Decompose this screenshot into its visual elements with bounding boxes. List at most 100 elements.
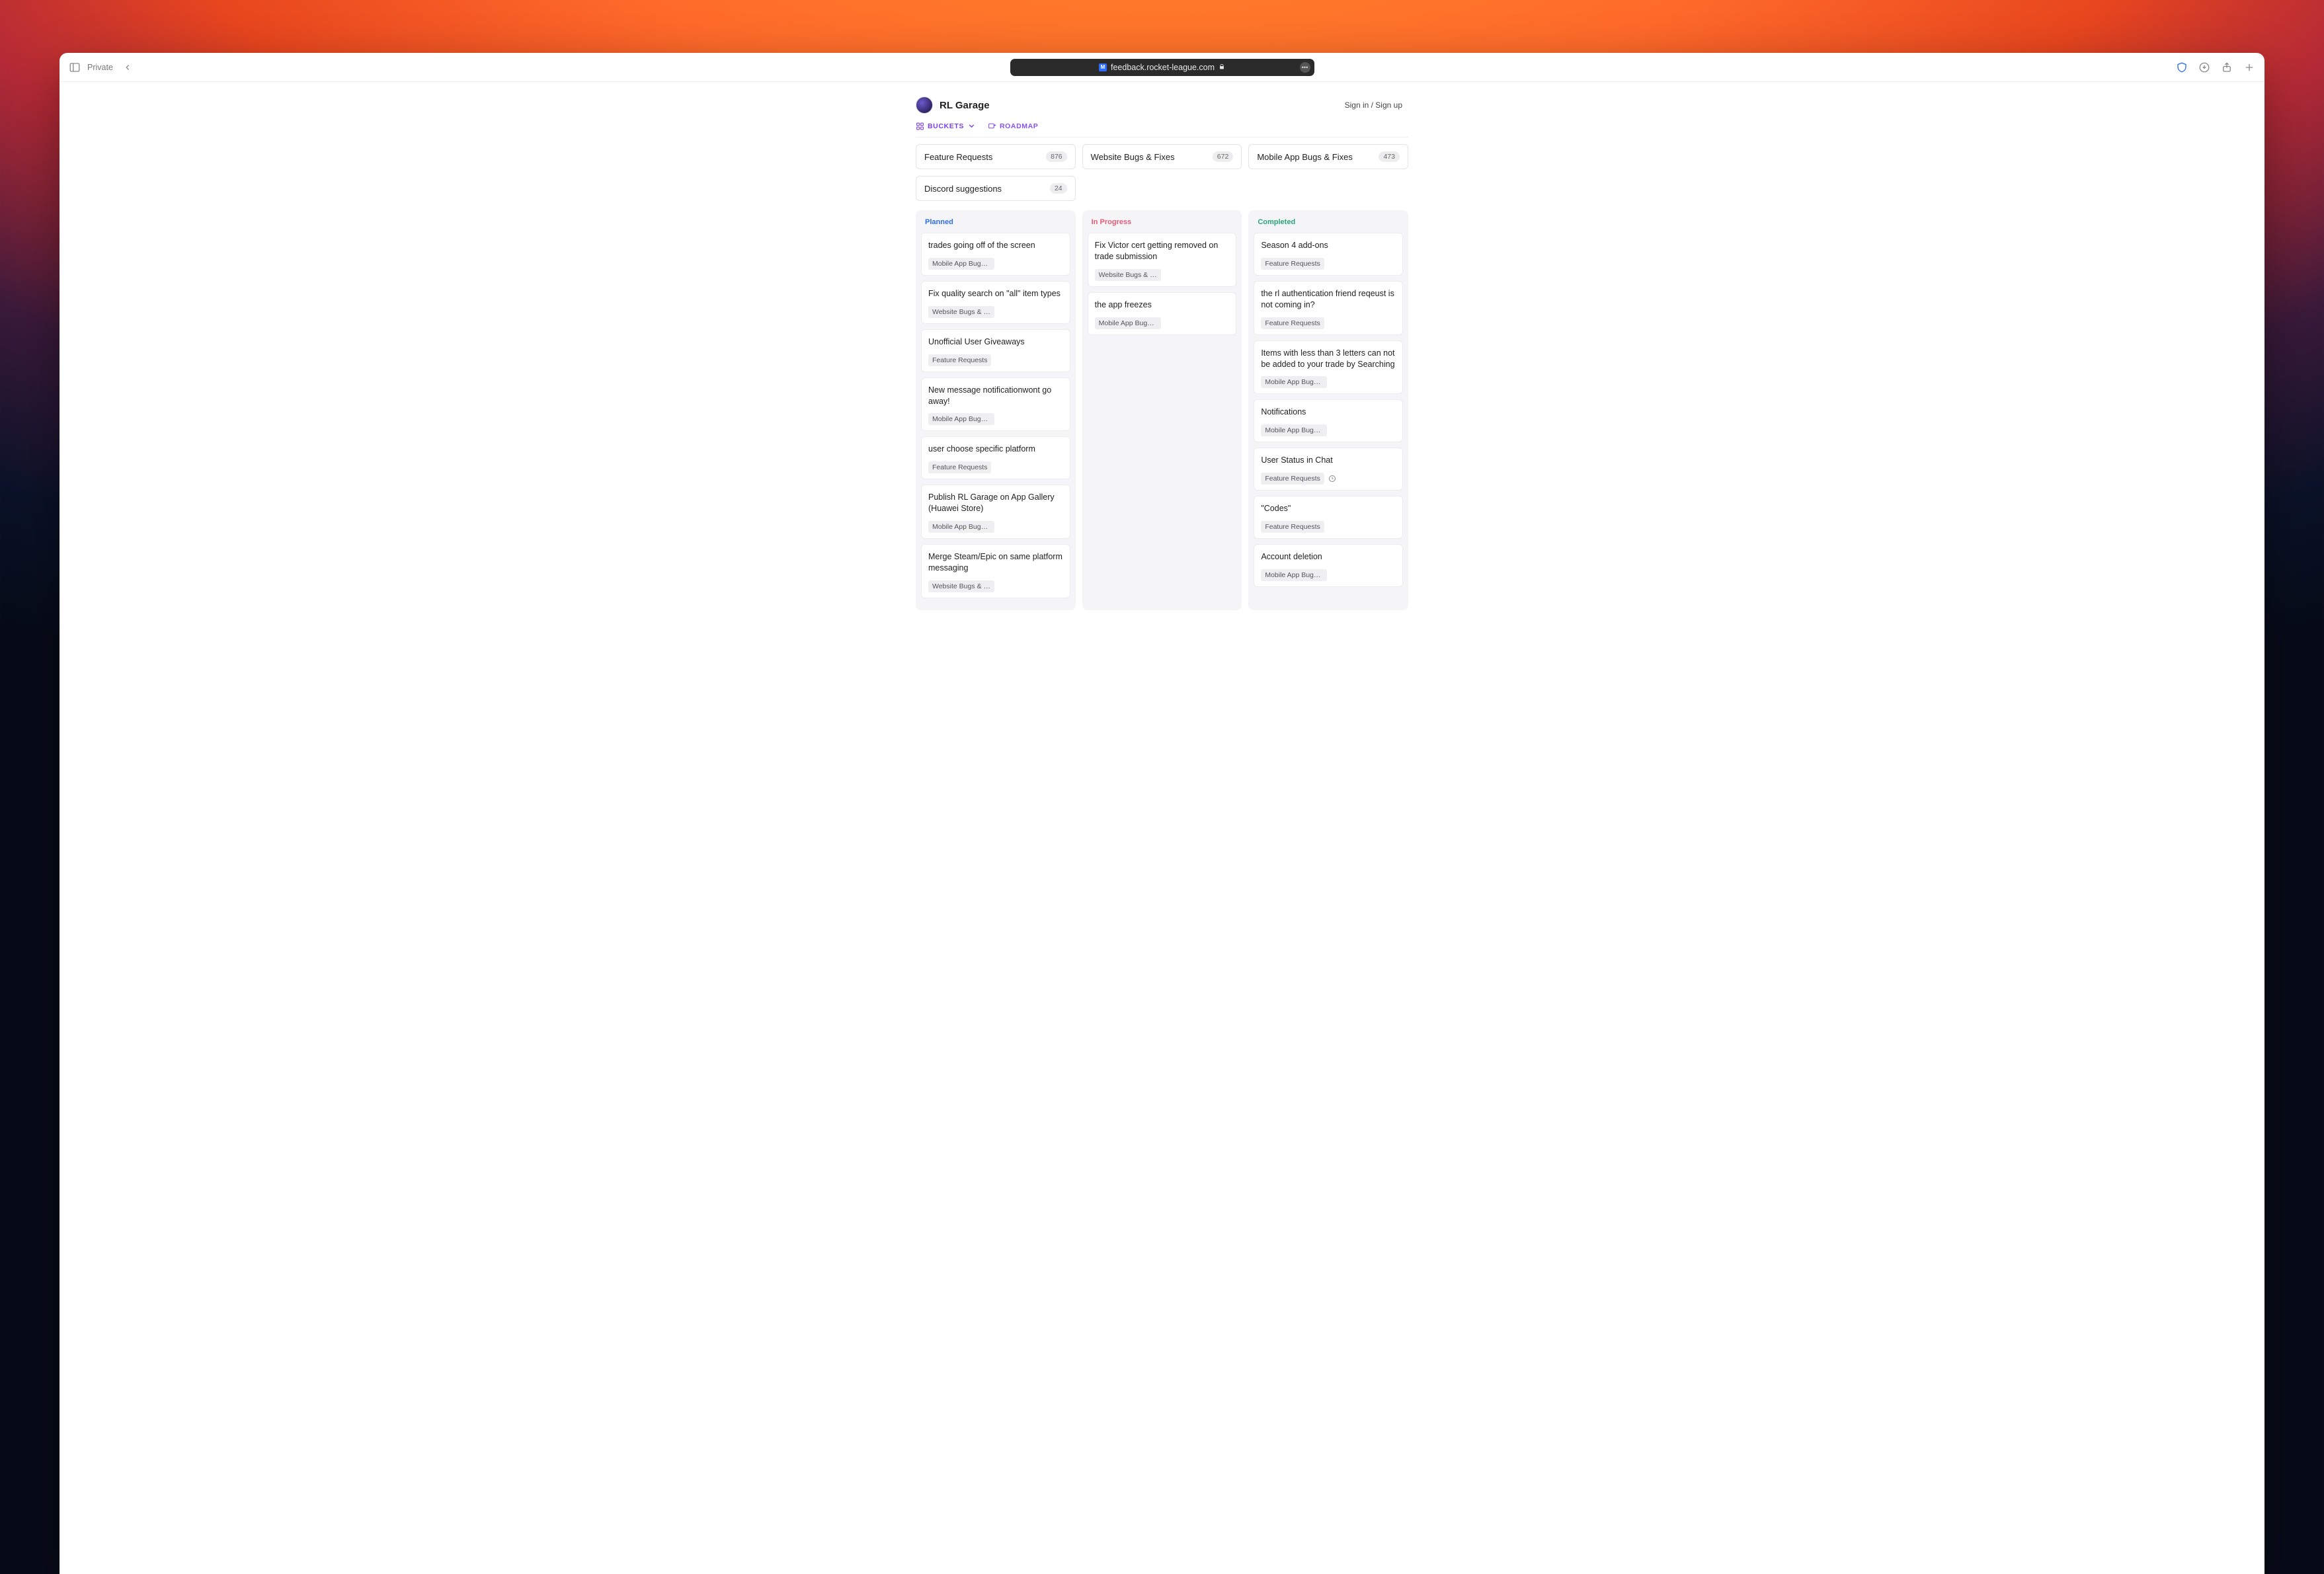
column-header-in-progress: In Progress — [1088, 217, 1237, 233]
card-tags: Feature Requests — [1261, 473, 1396, 485]
roadmap-card[interactable]: User Status in Chat Feature Requests — [1254, 448, 1403, 491]
site-title: RL Garage — [940, 100, 990, 111]
card-title: user choose specific platform — [928, 444, 1063, 455]
back-button[interactable] — [120, 59, 136, 75]
card-tags: Feature Requests — [1261, 521, 1396, 533]
sidebar-toggle-icon[interactable] — [69, 61, 81, 73]
card-tags: Mobile App Bugs & F… — [928, 521, 1063, 533]
card-title: Season 4 add-ons — [1261, 240, 1396, 251]
card-title: trades going off of the screen — [928, 240, 1063, 251]
page-header: RL Garage Sign in / Sign up — [916, 91, 1408, 122]
roadmap-icon — [988, 122, 996, 130]
tag: Website Bugs & Fixes — [928, 580, 994, 592]
bucket-count: 672 — [1213, 151, 1234, 162]
roadmap-card[interactable]: "Codes" Feature Requests — [1254, 496, 1403, 539]
downloads-icon[interactable] — [2198, 61, 2210, 73]
bucket-count: 473 — [1379, 151, 1400, 162]
card-tags: Mobile App Bugs & F… — [1261, 424, 1396, 436]
card-tags: Website Bugs & Fixes — [928, 580, 1063, 592]
roadmap-card[interactable]: the app freezes Mobile App Bugs & F… — [1088, 292, 1237, 335]
card-title: New message notificationwont go away! — [928, 385, 1063, 407]
tag: Mobile App Bugs & F… — [1095, 317, 1161, 329]
roadmap-card[interactable]: Merge Steam/Epic on same platform messag… — [921, 544, 1070, 598]
roadmap-card[interactable]: Notifications Mobile App Bugs & F… — [1254, 399, 1403, 442]
bucket-name: Feature Requests — [924, 152, 992, 162]
card-tags: Feature Requests — [928, 461, 1063, 473]
card-tags: Feature Requests — [928, 354, 1063, 366]
card-title: Notifications — [1261, 407, 1396, 418]
share-icon[interactable] — [2221, 61, 2233, 73]
column-in-progress: In Progress Fix Victor cert getting remo… — [1082, 210, 1242, 610]
roadmap-card[interactable]: trades going off of the screen Mobile App… — [921, 233, 1070, 276]
chevron-down-icon — [967, 122, 976, 130]
roadmap-card[interactable]: Unofficial User Giveaways Feature Request… — [921, 329, 1070, 372]
lock-icon — [1219, 63, 1225, 72]
bucket-name: Mobile App Bugs & Fixes — [1257, 152, 1353, 162]
card-title: Merge Steam/Epic on same platform messag… — [928, 551, 1063, 574]
roadmap-card[interactable]: Items with less than 3 letters can not b… — [1254, 340, 1403, 395]
address-bar[interactable]: M feedback.rocket-league.com ••• — [1010, 59, 1314, 76]
tag: Website Bugs & Fixes — [928, 306, 994, 318]
card-title: User Status in Chat — [1261, 455, 1396, 466]
site-logo-icon — [916, 97, 933, 114]
browser-window: Private M feedback.rocket-league.com ••• — [60, 53, 2264, 1574]
bucket-item[interactable]: Mobile App Bugs & Fixes 473 — [1248, 144, 1408, 169]
tag: Feature Requests — [928, 461, 991, 473]
bucket-count: 24 — [1050, 183, 1067, 194]
tab-buckets-label: BUCKETS — [928, 122, 964, 130]
tag: Feature Requests — [928, 354, 991, 366]
private-label: Private — [87, 63, 113, 72]
page-content: RL Garage Sign in / Sign up BUCKETS ROAD… — [60, 82, 2264, 1574]
column-header-completed: Completed — [1254, 217, 1403, 233]
tag: Feature Requests — [1261, 258, 1324, 270]
titlebar: Private M feedback.rocket-league.com ••• — [60, 53, 2264, 82]
column-completed: Completed Season 4 add-ons Feature Reques… — [1248, 210, 1408, 610]
tab-roadmap[interactable]: ROADMAP — [988, 122, 1038, 130]
card-title: Account deletion — [1261, 551, 1396, 563]
tag: Mobile App Bugs & F… — [928, 521, 994, 533]
brand[interactable]: RL Garage — [916, 97, 990, 114]
nav-tabs: BUCKETS ROADMAP — [916, 122, 1408, 138]
roadmap-card[interactable]: Account deletion Mobile App Bugs & F… — [1254, 544, 1403, 587]
bucket-item[interactable]: Website Bugs & Fixes 672 — [1082, 144, 1242, 169]
card-title: Items with less than 3 letters can not b… — [1261, 348, 1396, 370]
card-title: Fix quality search on "all" item types — [928, 288, 1063, 299]
roadmap-card[interactable]: user choose specific platform Feature Req… — [921, 436, 1070, 479]
roadmap-card[interactable]: Publish RL Garage on App Gallery (Huawei… — [921, 485, 1070, 539]
card-tags: Mobile App Bugs & F… — [928, 258, 1063, 270]
card-tags: Feature Requests — [1261, 258, 1396, 270]
card-tags: Mobile App Bugs & F… — [1261, 376, 1396, 388]
buckets-grid: Feature Requests876 Website Bugs & Fixes 6… — [916, 144, 1408, 201]
roadmap-card[interactable]: Fix Victor cert getting removed on trade… — [1088, 233, 1237, 287]
roadmap-card[interactable]: the rl authentication friend reqeust is … — [1254, 281, 1403, 335]
new-tab-icon[interactable] — [2243, 61, 2255, 73]
tab-buckets[interactable]: BUCKETS — [916, 122, 976, 130]
roadmap-card[interactable]: New message notificationwont go away! Mob… — [921, 377, 1070, 432]
roadmap-card[interactable]: Fix quality search on "all" item types We… — [921, 281, 1070, 324]
card-title: Unofficial User Giveaways — [928, 336, 1063, 348]
card-tags: Mobile App Bugs & F… — [928, 413, 1063, 425]
column-header-planned: Planned — [921, 217, 1070, 233]
tag: Mobile App Bugs & F… — [928, 413, 994, 425]
card-title: Publish RL Garage on App Gallery (Huawei… — [928, 492, 1063, 514]
card-title: the app freezes — [1095, 299, 1230, 311]
card-title: the rl authentication friend reqeust is … — [1261, 288, 1396, 311]
tag: Mobile App Bugs & F… — [928, 258, 994, 270]
reader-button-icon[interactable]: ••• — [1300, 62, 1310, 73]
buckets-icon — [916, 122, 924, 130]
favicon-icon: M — [1099, 63, 1107, 71]
tag: Website Bugs & Fixes — [1095, 269, 1161, 281]
bucket-item[interactable]: Feature Requests876 — [916, 144, 1076, 169]
bucket-name: Website Bugs & Fixes — [1091, 152, 1175, 162]
tag: Feature Requests — [1261, 473, 1324, 485]
card-title: "Codes" — [1261, 503, 1396, 514]
card-tags: Website Bugs & Fixes — [1095, 269, 1230, 281]
roadmap-card[interactable]: Season 4 add-ons Feature Requests — [1254, 233, 1403, 276]
bucket-item[interactable]: Discord suggestions24 — [916, 176, 1076, 201]
signin-link[interactable]: Sign in / Sign up — [1339, 97, 1408, 114]
card-tags: Mobile App Bugs & F… — [1261, 569, 1396, 581]
shield-icon[interactable] — [2176, 61, 2188, 73]
card-tags: Website Bugs & Fixes — [928, 306, 1063, 318]
tag: Feature Requests — [1261, 521, 1324, 533]
tab-roadmap-label: ROADMAP — [1000, 122, 1038, 130]
